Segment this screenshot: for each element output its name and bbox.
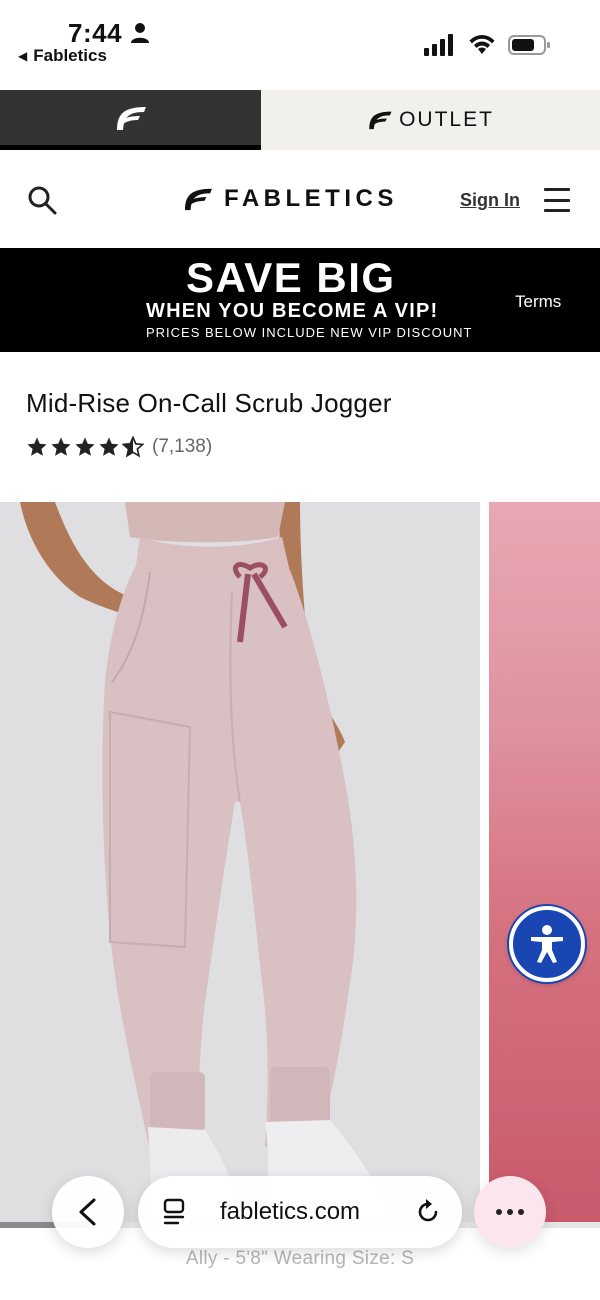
search-icon[interactable] bbox=[26, 184, 58, 216]
fabletics-f-logo-icon bbox=[185, 188, 212, 211]
back-to-app-link[interactable]: ◀ Fabletics bbox=[18, 46, 107, 66]
brand-tabs: OUTLET bbox=[0, 90, 600, 150]
star-half-icon bbox=[122, 436, 144, 458]
product-title: Mid-Rise On-Call Scrub Jogger bbox=[26, 388, 392, 418]
sign-in-link[interactable]: Sign In bbox=[460, 190, 520, 211]
star-full-icon bbox=[51, 437, 71, 456]
review-count: (7,138) bbox=[152, 436, 213, 457]
product-image-main[interactable] bbox=[0, 502, 480, 1222]
chevron-left-icon bbox=[79, 1198, 96, 1226]
product-rating[interactable]: (7,138) bbox=[26, 436, 212, 458]
battery-icon bbox=[508, 35, 550, 55]
site-header: FABLETICS Sign In bbox=[0, 150, 600, 248]
status-indicators bbox=[424, 34, 550, 56]
url-text: fabletics.com bbox=[220, 1198, 361, 1225]
vip-promo-banner[interactable]: SAVE BIG WHEN YOU BECOME A VIP! PRICES B… bbox=[0, 248, 600, 352]
hamburger-menu-icon[interactable] bbox=[544, 188, 570, 212]
logo-text: FABLETICS bbox=[224, 185, 398, 212]
more-options-button[interactable] bbox=[474, 1176, 546, 1248]
promo-headline: SAVE BIG bbox=[186, 254, 396, 301]
dot bbox=[496, 1209, 502, 1215]
accessibility-icon bbox=[531, 925, 563, 963]
fabletics-f-logo-icon bbox=[116, 106, 146, 130]
dot bbox=[518, 1209, 524, 1215]
tab-fabletics[interactable] bbox=[0, 90, 261, 150]
promo-terms-link[interactable]: Terms bbox=[515, 292, 561, 312]
status-time: 7:44 bbox=[68, 18, 123, 48]
person-icon bbox=[131, 23, 149, 43]
accessibility-button[interactable] bbox=[509, 906, 585, 982]
star-full-icon bbox=[27, 437, 47, 456]
product-image-gallery[interactable] bbox=[0, 502, 600, 1222]
promo-note: PRICES BELOW INCLUDE NEW VIP DISCOUNT bbox=[146, 325, 473, 340]
star-full-icon bbox=[99, 437, 119, 456]
back-app-label: Fabletics bbox=[33, 46, 107, 65]
tab-outlet-label: OUTLET bbox=[399, 108, 494, 131]
model-caption: Ally - 5'8" Wearing Size: S bbox=[185, 1248, 415, 1269]
signal-icon bbox=[424, 34, 453, 56]
fabletics-f-logo-icon bbox=[369, 111, 392, 130]
address-bar[interactable]: fabletics.com bbox=[138, 1176, 462, 1248]
wifi-icon bbox=[469, 35, 495, 54]
jogger-model-illustration bbox=[20, 502, 390, 1222]
status-bar: 7:44 ◀ Fabletics bbox=[0, 0, 600, 90]
reader-mode-icon[interactable] bbox=[162, 1198, 186, 1226]
browser-back-button[interactable] bbox=[52, 1176, 124, 1248]
product-image-next[interactable] bbox=[489, 502, 600, 1222]
fabletics-logo[interactable]: FABLETICS bbox=[182, 185, 398, 213]
tab-outlet[interactable]: OUTLET bbox=[261, 90, 600, 150]
back-triangle-icon: ◀ bbox=[18, 49, 28, 63]
reload-icon[interactable] bbox=[414, 1198, 442, 1226]
dot bbox=[507, 1209, 513, 1215]
star-full-icon bbox=[75, 437, 95, 456]
promo-subheadline: WHEN YOU BECOME A VIP! bbox=[146, 300, 439, 322]
